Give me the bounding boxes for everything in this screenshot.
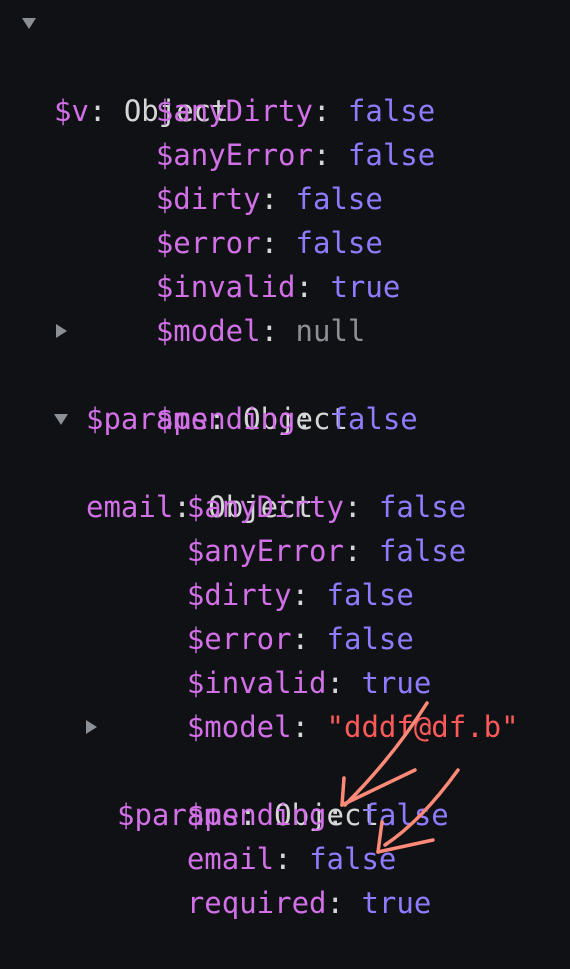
property-key: $model [155,314,261,348]
property-value: true [361,886,432,920]
tree-row-email-params[interactable]: $params: Object [0,705,379,832]
tree-row-email-required: required: true [186,886,432,920]
tree-row-invalid: $invalid: true [155,270,401,304]
tree-row-email-error: $error: false [186,622,414,656]
tree-row-params[interactable]: $params: Object [0,309,348,436]
tree-row-model: $model: null [155,314,366,348]
tree-row-error: $error: false [155,226,383,260]
property-value: "dddf@df.b" [326,710,519,744]
property-key: $model [186,710,292,744]
property-key: $pending [155,402,296,436]
tree-row-email-model: $model: "dddf@df.b" [186,710,519,744]
property-key: $v [54,94,89,128]
caret-right-icon[interactable] [86,720,97,734]
tree-row-email-anyerror: $anyError: false [186,534,467,568]
caret-down-icon[interactable] [54,414,68,425]
property-value: false [330,402,418,436]
property-value: null [295,314,366,348]
tree-row-email-dirty: $dirty: false [186,578,414,612]
tree-row-email-pending: $pending: false [186,798,449,832]
caret-right-icon[interactable] [56,324,67,338]
tree-row-dirty: $dirty: false [155,182,383,216]
tree-row-pending: $pending: false [155,402,418,436]
tree-row-email-object[interactable]: email: Object [0,397,313,524]
tree-row-anyerror: $anyError: false [155,138,436,172]
tree-row-email-invalid: $invalid: true [186,666,432,700]
tree-row-anydirty: $anyDirty: false [155,94,436,128]
tree-row-email-email: email: false [186,842,397,876]
tree-row-email-anydirty: $anyDirty: false [186,490,467,524]
property-key: required [186,886,327,920]
caret-down-icon[interactable] [22,18,36,29]
tree-row-v[interactable]: $v: Object [0,1,229,128]
